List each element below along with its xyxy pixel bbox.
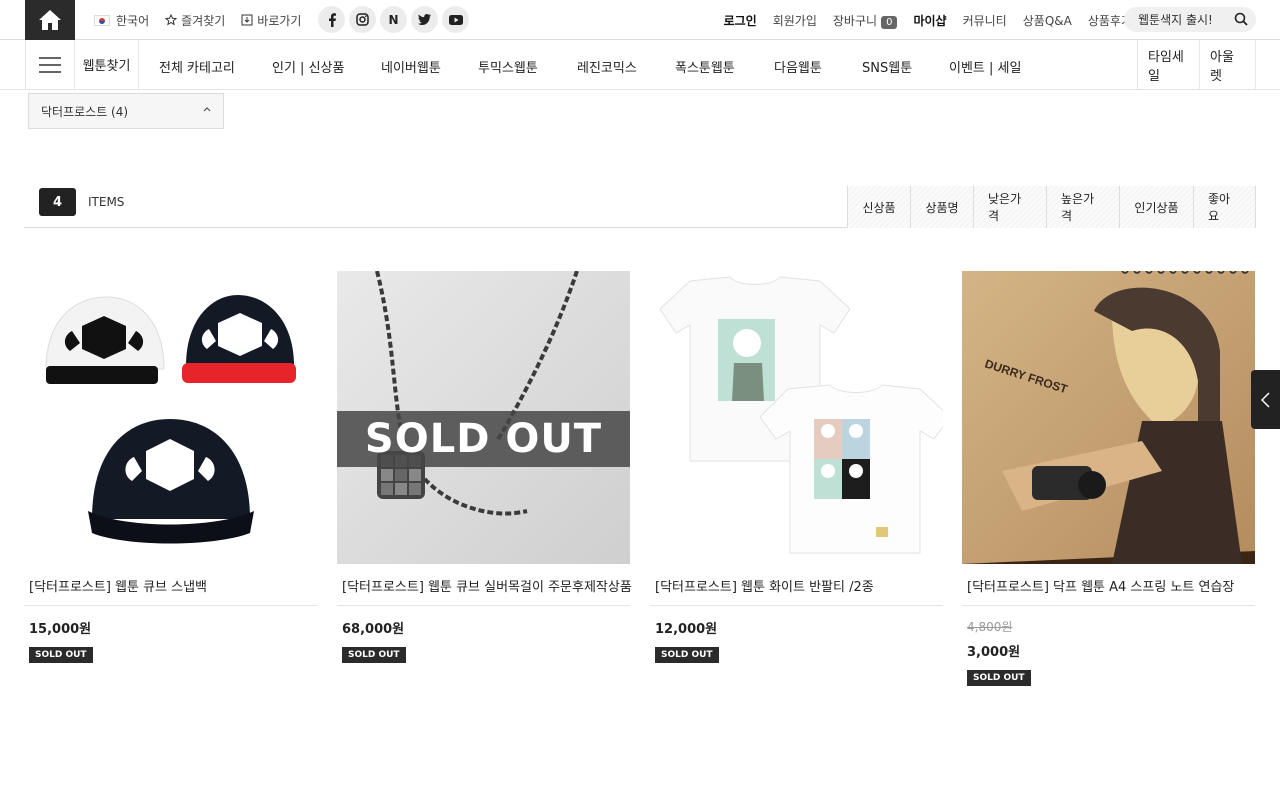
community-link[interactable]: 커뮤니티 [963, 12, 1007, 29]
bookmark-label: 즐겨찾기 [181, 13, 226, 28]
twitter-icon[interactable] [411, 6, 438, 33]
cart-count-badge: 0 [881, 15, 898, 29]
naver-letter: N [388, 12, 399, 27]
instagram-icon[interactable] [349, 6, 376, 33]
filter-label: 닥터프로스트 (4) [41, 104, 129, 119]
nav-right-menu: 타임세일 아울렛 [1137, 40, 1256, 89]
utility-links-left: 한국어 즐겨찾기 바로가기 [94, 0, 317, 40]
product-card[interactable]: SOLD OUT [닥터프로스트] 웹툰 큐브 실버목걸이 주문후제작상품 68… [337, 271, 632, 663]
home-icon [39, 10, 61, 30]
login-link[interactable]: 로그인 [724, 12, 757, 29]
download-box-icon [241, 14, 253, 26]
soldout-badge: SOLD OUT [342, 647, 406, 663]
product-price: 15,000원 [29, 622, 92, 637]
side-panel-toggle[interactable] [1251, 370, 1280, 429]
cart-label: 장바구니 [832, 13, 878, 28]
hamburger-icon [39, 56, 61, 73]
utility-links-right: 로그인 회원가입 장바구니 0 마이샵 커뮤니티 상품Q&A 상품후기 [708, 0, 1132, 40]
product-name[interactable]: [닥터프로스트] 웹툰 큐브 스냅백 [24, 576, 317, 606]
snapback-image [24, 271, 317, 564]
sort-tab-popular[interactable]: 인기상품 [1119, 186, 1193, 228]
product-card[interactable]: [닥터프로스트] 웹툰 화이트 반팔티 /2종 12,000원 SOLD OUT [650, 271, 943, 663]
soldout-badge: SOLD OUT [967, 670, 1031, 686]
sort-tab-low-price[interactable]: 낮은가격 [973, 186, 1046, 228]
chevron-up-icon [203, 107, 211, 112]
mypage-link[interactable]: 마이샵 [913, 12, 946, 29]
product-image-necklace[interactable]: SOLD OUT [337, 271, 630, 564]
home-button[interactable] [25, 0, 75, 40]
product-name[interactable]: [닥터프로스트] 닥프 웹툰 A4 스프링 노트 연습장 [962, 576, 1255, 606]
notebook-image: DURRY FROST [962, 271, 1255, 564]
product-original-price: 4,800원 [967, 620, 1013, 634]
cart-link[interactable]: 장바구니 0 [833, 12, 898, 29]
soldout-overlay: SOLD OUT [337, 411, 630, 467]
category-filter-dropdown[interactable]: 닥터프로스트 (4) [28, 93, 224, 129]
nav-item-webtoon-search[interactable]: 웹툰찾기 [75, 40, 139, 89]
product-price: 12,000원 [655, 622, 718, 637]
nav-item-all-category[interactable]: 전체 카테고리 [159, 57, 235, 76]
nav-item-event-sale[interactable]: 이벤트 | 세일 [949, 57, 1021, 76]
nav-item-lezhin-comics[interactable]: 레진코믹스 [577, 57, 637, 76]
search-icon[interactable] [1234, 12, 1248, 26]
bookmark-link[interactable]: 즐겨찾기 [165, 12, 225, 29]
product-price: 68,000원 [342, 622, 405, 637]
language-selector[interactable]: 한국어 [94, 12, 149, 29]
product-name[interactable]: [닥터프로스트] 웹툰 큐브 실버목걸이 주문후제작상품 [337, 576, 632, 606]
tshirt-image [650, 271, 943, 564]
facebook-icon[interactable] [318, 6, 345, 33]
items-label: ITEMS [88, 195, 125, 209]
sort-tabs: 신상품 상품명 낮은가격 높은가격 인기상품 좋아요 [847, 186, 1256, 228]
join-link[interactable]: 회원가입 [773, 12, 817, 29]
social-links: N [318, 6, 473, 33]
chevron-left-icon [1261, 391, 1270, 408]
nav-item-sns-webtoon[interactable]: SNS웹툰 [862, 57, 912, 76]
product-image-notebook[interactable]: DURRY FROST [962, 271, 1255, 564]
search-input[interactable]: 웹툰색지 출시! [1124, 7, 1256, 32]
sort-tab-likes[interactable]: 좋아요 [1193, 186, 1256, 228]
main-navigation: 웹툰찾기 전체 카테고리 인기 | 신상품 네이버웹툰 투믹스웹툰 레진코믹스 … [0, 40, 1280, 90]
language-label: 한국어 [116, 13, 150, 28]
sort-tab-new[interactable]: 신상품 [847, 186, 910, 228]
product-price: 3,000원 [967, 645, 1021, 660]
nav-item-naver-webtoon[interactable]: 네이버웹툰 [381, 57, 441, 76]
product-image-tshirt[interactable] [650, 271, 943, 564]
soldout-badge: SOLD OUT [655, 647, 719, 663]
nav-item-daum-webtoon[interactable]: 다음웹툰 [774, 57, 822, 76]
nav-item-popular-new[interactable]: 인기 | 신상품 [272, 57, 344, 76]
naver-icon[interactable]: N [380, 6, 407, 33]
product-name[interactable]: [닥터프로스트] 웹툰 화이트 반팔티 /2종 [650, 576, 943, 606]
soldout-badge: SOLD OUT [29, 647, 93, 663]
menu-button[interactable] [25, 40, 75, 89]
sort-tab-name[interactable]: 상품명 [910, 186, 973, 228]
list-header: 4 ITEMS 신상품 상품명 낮은가격 높은가격 인기상품 좋아요 [24, 186, 1256, 228]
nav-item-outlet[interactable]: 아울렛 [1199, 40, 1256, 89]
product-card[interactable]: [닥터프로스트] 웹툰 큐브 스냅백 15,000원 SOLD OUT [24, 271, 317, 663]
product-card[interactable]: DURRY FROST [닥터프로스트] 닥프 웹툰 A4 스프링 노트 연습장… [962, 271, 1255, 686]
qna-link[interactable]: 상품Q&A [1023, 12, 1072, 29]
korea-flag-icon [94, 14, 110, 26]
search-value: 웹툰색지 출시! [1138, 13, 1213, 27]
product-image-snapback[interactable] [24, 271, 317, 564]
item-count-badge: 4 [39, 188, 76, 216]
sort-tab-high-price[interactable]: 높은가격 [1046, 186, 1119, 228]
shortcut-label: 바로가기 [257, 13, 302, 28]
nav-item-toomics-webtoon[interactable]: 투믹스웹툰 [478, 57, 538, 76]
shortcut-link[interactable]: 바로가기 [241, 12, 301, 29]
nav-item-foxtoon-webtoon[interactable]: 폭스툰웹툰 [675, 57, 735, 76]
top-utility-bar: 한국어 즐겨찾기 바로가기 N 로그인 회원가입 장바구니 0 마이샵 커뮤니티… [0, 0, 1280, 40]
nav-item-timesale[interactable]: 타임세일 [1137, 40, 1199, 89]
youtube-icon[interactable] [442, 6, 469, 33]
star-icon [165, 14, 178, 26]
